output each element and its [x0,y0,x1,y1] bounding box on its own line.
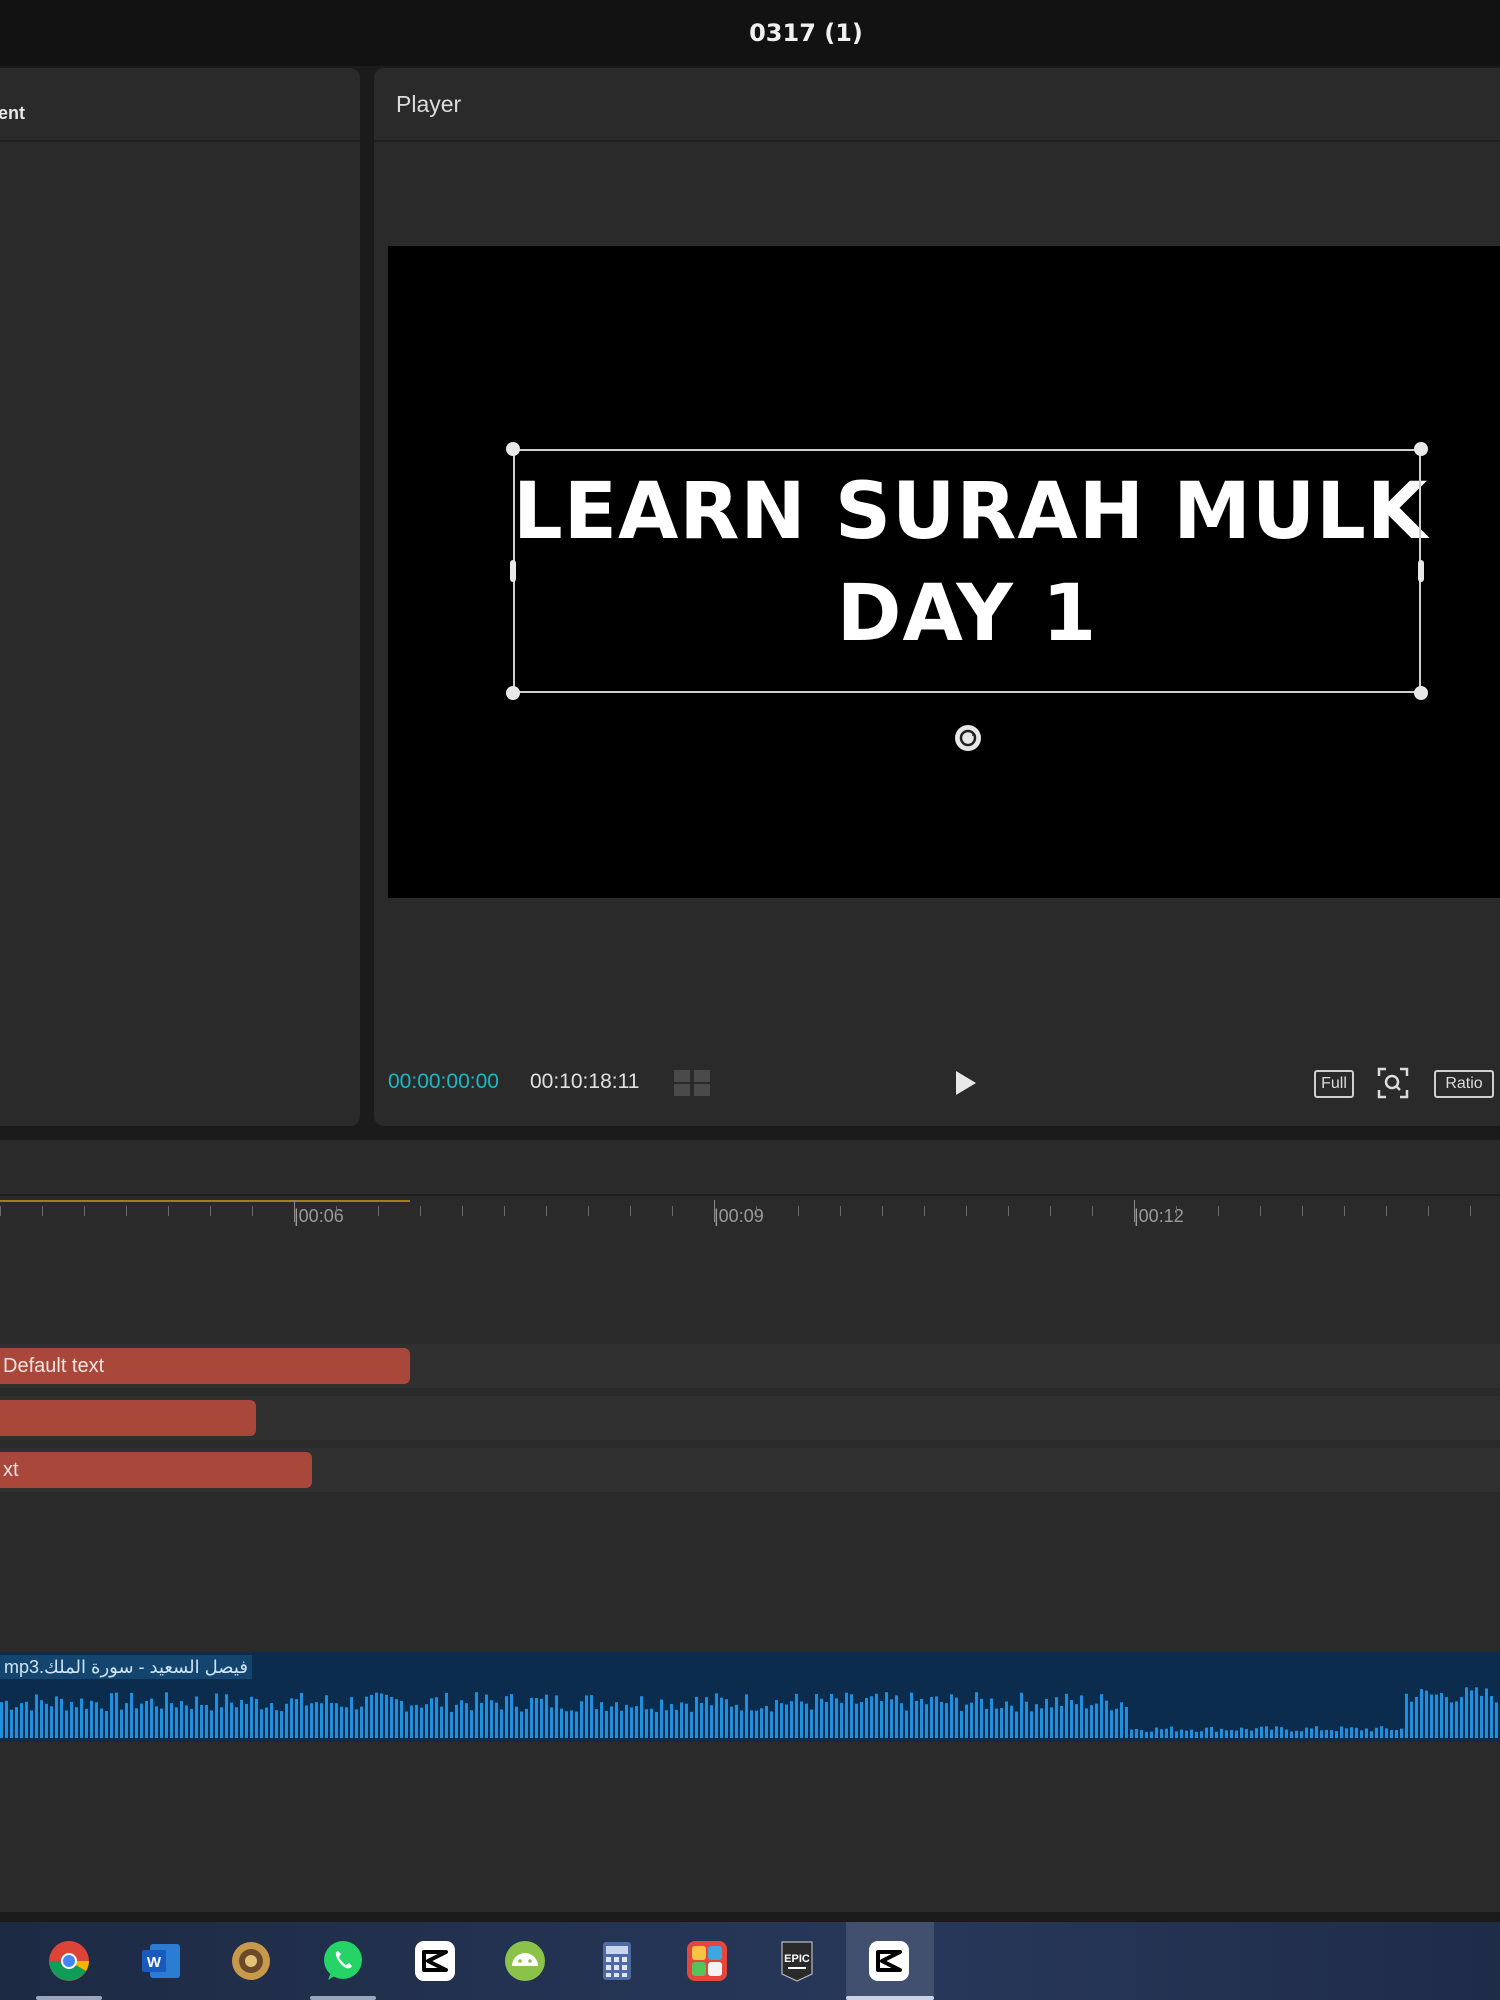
ruler-tick [126,1206,127,1216]
text-clip-3[interactable]: xt [0,1452,312,1488]
android-icon[interactable] [502,1938,548,1984]
timeline-toolbar [0,1140,1500,1196]
audio-clip-label: فيصل السعيد - سورة الملك.mp3 [0,1655,252,1679]
left-panel: ent [0,68,360,1126]
total-timecode: 00:10:18:11 [530,1070,640,1093]
player-controls: 00:00:00:00 00:10:18:11 Full Ratio [374,1058,1500,1108]
calculator-icon[interactable] [594,1938,640,1984]
ruler-tick [756,1206,757,1216]
video-editor-window: 0317 (1) ent Player LEARN SURAH MULK DAY… [0,0,1500,2000]
whatsapp-running-indicator [310,1996,376,2000]
audio-clip[interactable]: فيصل السعيد - سورة الملك.mp3 [0,1652,1500,1742]
left-panel-header: ent [0,68,360,142]
ruler-tick [210,1206,211,1216]
app-icon[interactable] [228,1938,274,1984]
audio-waveform [0,1687,1498,1738]
ruler-tick [630,1206,631,1216]
ruler-tick [1008,1206,1009,1216]
text-clip-label: Default text [3,1354,105,1377]
text-clip-default[interactable]: Default text [0,1348,410,1384]
player-header: Player [374,68,1500,142]
ruler-tick-major [294,1200,295,1222]
capcut-icon[interactable] [412,1938,458,1984]
text-track-2 [0,1396,1500,1440]
ruler-tick-major [1134,1200,1135,1222]
ruler-tick [588,1206,589,1216]
resize-handle-bottom-right[interactable] [1414,686,1428,700]
ratio-button[interactable]: Ratio [1434,1070,1494,1098]
text-selection-box[interactable] [513,449,1421,693]
timeline-panel: |00:06 |00:09 |00:12 [0,1140,1500,1912]
resize-handle-top-right[interactable] [1414,442,1428,456]
ruler-tick [168,1206,169,1216]
chrome-icon[interactable] [46,1938,92,1984]
capcut-active-indicator [846,1996,934,2000]
grid-icon[interactable] [672,1068,712,1098]
ruler-tick [378,1206,379,1216]
ruler-tick [924,1206,925,1216]
ruler-tick [1260,1206,1261,1216]
epic-games-icon[interactable]: EPIC [774,1938,820,1984]
ruler-tick [252,1206,253,1216]
window-title: 0317 (1) [749,19,863,47]
ruler-tick [840,1206,841,1216]
svg-text:EPIC: EPIC [784,1953,810,1965]
ruler-tick [1386,1206,1387,1216]
preview-canvas[interactable]: LEARN SURAH MULK DAY 1 [388,246,1500,898]
resize-handle-right[interactable] [1418,560,1424,582]
ruler-tick [84,1206,85,1216]
resize-handle-bottom-left[interactable] [506,686,520,700]
ruler-tick [882,1206,883,1216]
ruler-tick [1092,1206,1093,1216]
player-title: Player [396,90,462,117]
resize-handle-left[interactable] [510,560,516,582]
text-track-3: xt [0,1448,1500,1492]
current-timecode: 00:00:00:00 [388,1070,499,1093]
ruler-tick [504,1206,505,1216]
fit-to-screen-icon[interactable] [1376,1066,1410,1100]
text-clip-2[interactable] [0,1400,256,1436]
playhead-progress [0,1200,410,1202]
whatsapp-icon[interactable] [320,1938,366,1984]
chrome-running-indicator [36,1996,102,2000]
svg-text:W: W [147,1954,162,1971]
ruler-tick [1176,1206,1177,1216]
taskbar: W EPIC [0,1922,1500,2000]
ruler-tick [1218,1206,1219,1216]
ruler-tick [1344,1206,1345,1216]
ruler-tick [546,1206,547,1216]
ruler-tick [672,1206,673,1216]
word-icon[interactable]: W [138,1938,184,1984]
ruler-tick [420,1206,421,1216]
ruler-tick [1302,1206,1303,1216]
text-track-1: Default text [0,1344,1500,1388]
title-bar: 0317 (1) [0,0,1500,66]
rotate-icon[interactable] [953,723,983,753]
full-button[interactable]: Full [1314,1070,1354,1098]
ruler-tick [966,1206,967,1216]
text-clip-label: xt [3,1458,19,1481]
ruler-tick [1050,1206,1051,1216]
resize-handle-top-left[interactable] [506,442,520,456]
ruler-tick [462,1206,463,1216]
ruler-tick [42,1206,43,1216]
ruler-tick [0,1206,1,1216]
ruler-tick [1470,1206,1471,1216]
left-panel-title[interactable]: ent [0,103,25,124]
ruler-tick [798,1206,799,1216]
ruler-tick [336,1206,337,1216]
game-icon[interactable] [684,1938,730,1984]
ruler-tick [1428,1206,1429,1216]
play-icon[interactable] [952,1069,978,1097]
ruler-tick-major [714,1200,715,1222]
capcut-active-icon[interactable] [866,1938,912,1984]
player-panel: Player LEARN SURAH MULK DAY 1 00:00:00:0… [374,68,1500,1126]
